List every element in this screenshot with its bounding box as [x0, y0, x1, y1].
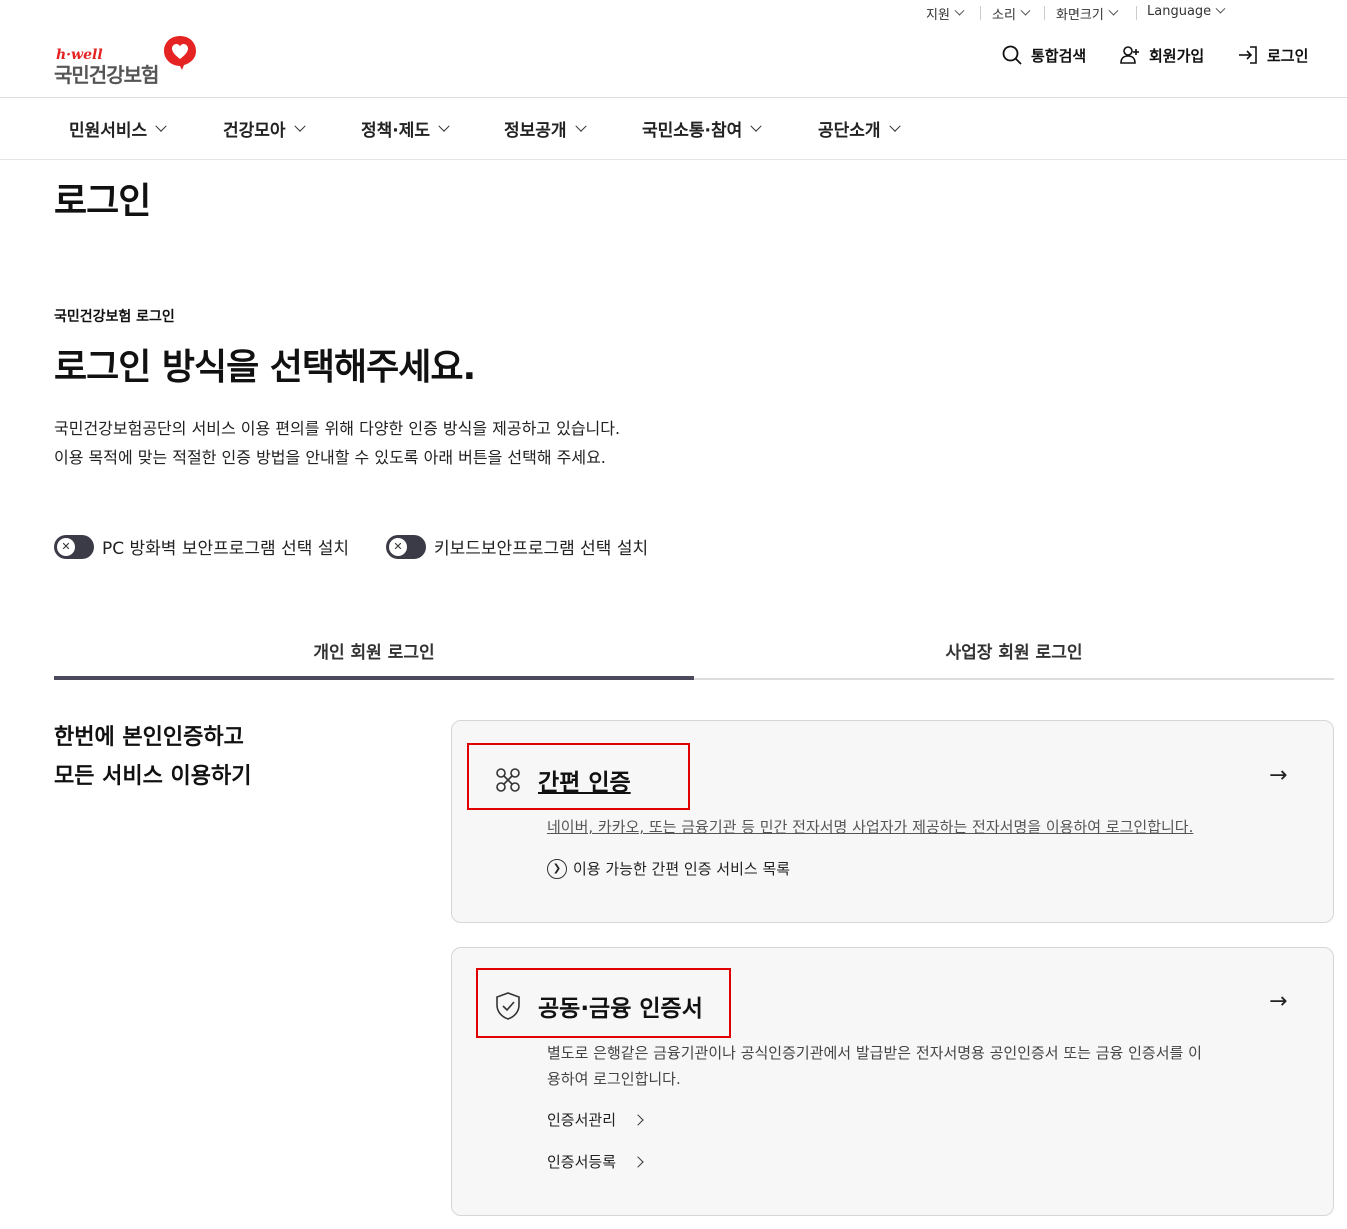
- shield-check-icon: [496, 992, 520, 1020]
- chevron-right-icon: [632, 1155, 644, 1168]
- search-icon: [1002, 45, 1022, 65]
- language-menu[interactable]: Language: [1147, 3, 1226, 19]
- side-intro: 한번에 본인인증하고 모든 서비스 이용하기: [54, 718, 251, 796]
- toggle-switch[interactable]: ✕: [386, 534, 426, 559]
- simple-auth-title-text: 간편 인증: [538, 770, 631, 796]
- logo-name-text: 국민건강보험: [54, 63, 159, 87]
- simple-auth-description[interactable]: 네이버, 카카오, 또는 금융기관 등 민간 전자서명 사업자가 제공하는 전자…: [547, 814, 1193, 840]
- site-header: h·well 국민건강보험 통합검색 회원가입 로그인: [0, 26, 1347, 98]
- language-label: Language: [1147, 4, 1212, 19]
- link-nodes-icon: [496, 768, 520, 792]
- arrow-right-icon[interactable]: →: [1269, 989, 1287, 1014]
- arrow-right-icon[interactable]: →: [1269, 763, 1287, 788]
- chevron-down-icon: [155, 120, 167, 132]
- link-label: 인증서등록: [547, 1153, 617, 1171]
- simple-auth-service-list-link[interactable]: ❯ 이용 가능한 간편 인증 서비스 목록: [547, 858, 790, 879]
- nav-label: 민원서비스: [69, 121, 148, 141]
- sound-menu[interactable]: 소리: [992, 4, 1031, 23]
- login-button[interactable]: 로그인: [1237, 44, 1308, 66]
- chevron-down-icon: [438, 120, 450, 132]
- add-user-icon: [1120, 46, 1139, 64]
- chevron-down-icon: [750, 120, 762, 132]
- chevron-down-icon: [1108, 5, 1119, 16]
- support-menu[interactable]: 지원: [926, 4, 965, 23]
- signup-label: 회원가입: [1149, 46, 1205, 65]
- nav-health-moa[interactable]: 건강모아: [223, 116, 306, 141]
- main-navigation: 민원서비스 건강모아 정책·제도 정보공개 국민소통·참여 공단소개: [0, 98, 1347, 160]
- login-type-tabs: 개인 회원 로그인 사업장 회원 로그인: [54, 622, 1334, 680]
- side-intro-line: 한번에 본인인증하고: [54, 725, 244, 750]
- chevron-down-icon: [1215, 3, 1226, 14]
- description-line: 용하여 로그인합니다.: [547, 1070, 681, 1088]
- toggle-switch[interactable]: ✕: [54, 534, 94, 559]
- keyboard-security-toggle[interactable]: ✕ 키보드보안프로그램 선택 설치: [386, 534, 648, 559]
- nav-info-disclosure[interactable]: 정보공개: [504, 116, 587, 141]
- heart-logo-icon: [164, 36, 196, 70]
- certificate-auth-title[interactable]: 공동·금융 인증서: [494, 989, 703, 1023]
- toggle-label: PC 방화벽 보안프로그램 선택 설치: [102, 539, 350, 559]
- certificate-manage-link[interactable]: 인증서관리: [547, 1109, 644, 1130]
- chevron-down-icon: [574, 120, 587, 132]
- chevron-right-circle-icon: ❯: [547, 858, 567, 879]
- simple-auth-card[interactable]: 간편 인증 → 네이버, 카카오, 또는 금융기관 등 민간 전자서명 사업자가…: [451, 720, 1334, 923]
- chevron-down-icon: [1020, 5, 1031, 16]
- nav-label: 국민소통·참여: [642, 121, 743, 141]
- sound-label: 소리: [992, 8, 1016, 23]
- divider: [1044, 6, 1045, 20]
- certificate-auth-title-text: 공동·금융 인증서: [538, 996, 703, 1022]
- nav-label: 정보공개: [504, 121, 567, 141]
- certificate-auth-card[interactable]: 공동·금융 인증서 → 별도로 은행같은 금융기관이나 공식인증기관에서 발급받…: [451, 947, 1334, 1216]
- close-icon: ✕: [389, 537, 407, 556]
- support-label: 지원: [926, 8, 950, 23]
- link-label: 인증서관리: [547, 1111, 617, 1129]
- tab-personal-login[interactable]: 개인 회원 로그인: [54, 622, 694, 680]
- nav-about[interactable]: 공단소개: [818, 116, 901, 141]
- close-icon: ✕: [57, 537, 75, 556]
- certificate-auth-description: 별도로 은행같은 금융기관이나 공식인증기관에서 발급받은 전자서명용 공인인증…: [547, 1040, 1202, 1092]
- integrated-search-button[interactable]: 통합검색: [1001, 44, 1086, 66]
- description-line: 이용 목적에 맞는 적절한 인증 방법을 안내할 수 있도록 아래 버튼을 선택…: [54, 448, 606, 467]
- search-label: 통합검색: [1031, 46, 1087, 65]
- nav-policy[interactable]: 정책·제도: [361, 116, 450, 141]
- section-label: 국민건강보험 로그인: [54, 309, 175, 325]
- screen-size-label: 화면크기: [1056, 8, 1104, 23]
- signup-button[interactable]: 회원가입: [1119, 44, 1204, 66]
- screen-size-menu[interactable]: 화면크기: [1056, 4, 1119, 23]
- nav-label: 공단소개: [818, 121, 881, 141]
- chevron-down-icon: [293, 120, 306, 132]
- chevron-right-icon: [632, 1113, 644, 1126]
- nav-label: 정책·제도: [361, 121, 431, 141]
- simple-auth-title[interactable]: 간편 인증: [494, 763, 631, 797]
- firewall-toggle[interactable]: ✕ PC 방화벽 보안프로그램 선택 설치: [54, 534, 349, 559]
- site-logo[interactable]: h·well 국민건강보험: [54, 34, 199, 88]
- description-line: 국민건강보험공단의 서비스 이용 편의를 위해 다양한 인증 방식을 제공하고 …: [54, 419, 621, 438]
- toggle-label: 키보드보안프로그램 선택 설치: [434, 539, 649, 559]
- login-label: 로그인: [1267, 46, 1309, 65]
- nav-civil-service[interactable]: 민원서비스: [69, 116, 167, 141]
- certificate-register-link[interactable]: 인증서등록: [547, 1151, 644, 1172]
- side-intro-line: 모든 서비스 이용하기: [54, 764, 252, 789]
- chevron-down-icon: [954, 5, 965, 16]
- divider: [980, 6, 981, 20]
- login-icon: [1239, 46, 1257, 64]
- nav-label: 건강모아: [223, 121, 286, 141]
- nav-communication[interactable]: 국민소통·참여: [642, 116, 762, 141]
- page-title: 로그인: [54, 181, 151, 222]
- chevron-down-icon: [888, 120, 901, 132]
- section-description: 국민건강보험공단의 서비스 이용 편의를 위해 다양한 인증 방식을 제공하고 …: [54, 414, 620, 472]
- description-line: 별도로 은행같은 금융기관이나 공식인증기관에서 발급받은 전자서명용 공인인증…: [547, 1044, 1202, 1062]
- section-heading: 로그인 방식을 선택해주세요.: [54, 347, 476, 388]
- utility-bar: 지원 소리 화면크기 Language: [0, 0, 1347, 26]
- divider: [1136, 6, 1137, 20]
- tab-business-login[interactable]: 사업장 회원 로그인: [694, 622, 1334, 680]
- link-label: 이용 가능한 간편 인증 서비스 목록: [573, 860, 791, 878]
